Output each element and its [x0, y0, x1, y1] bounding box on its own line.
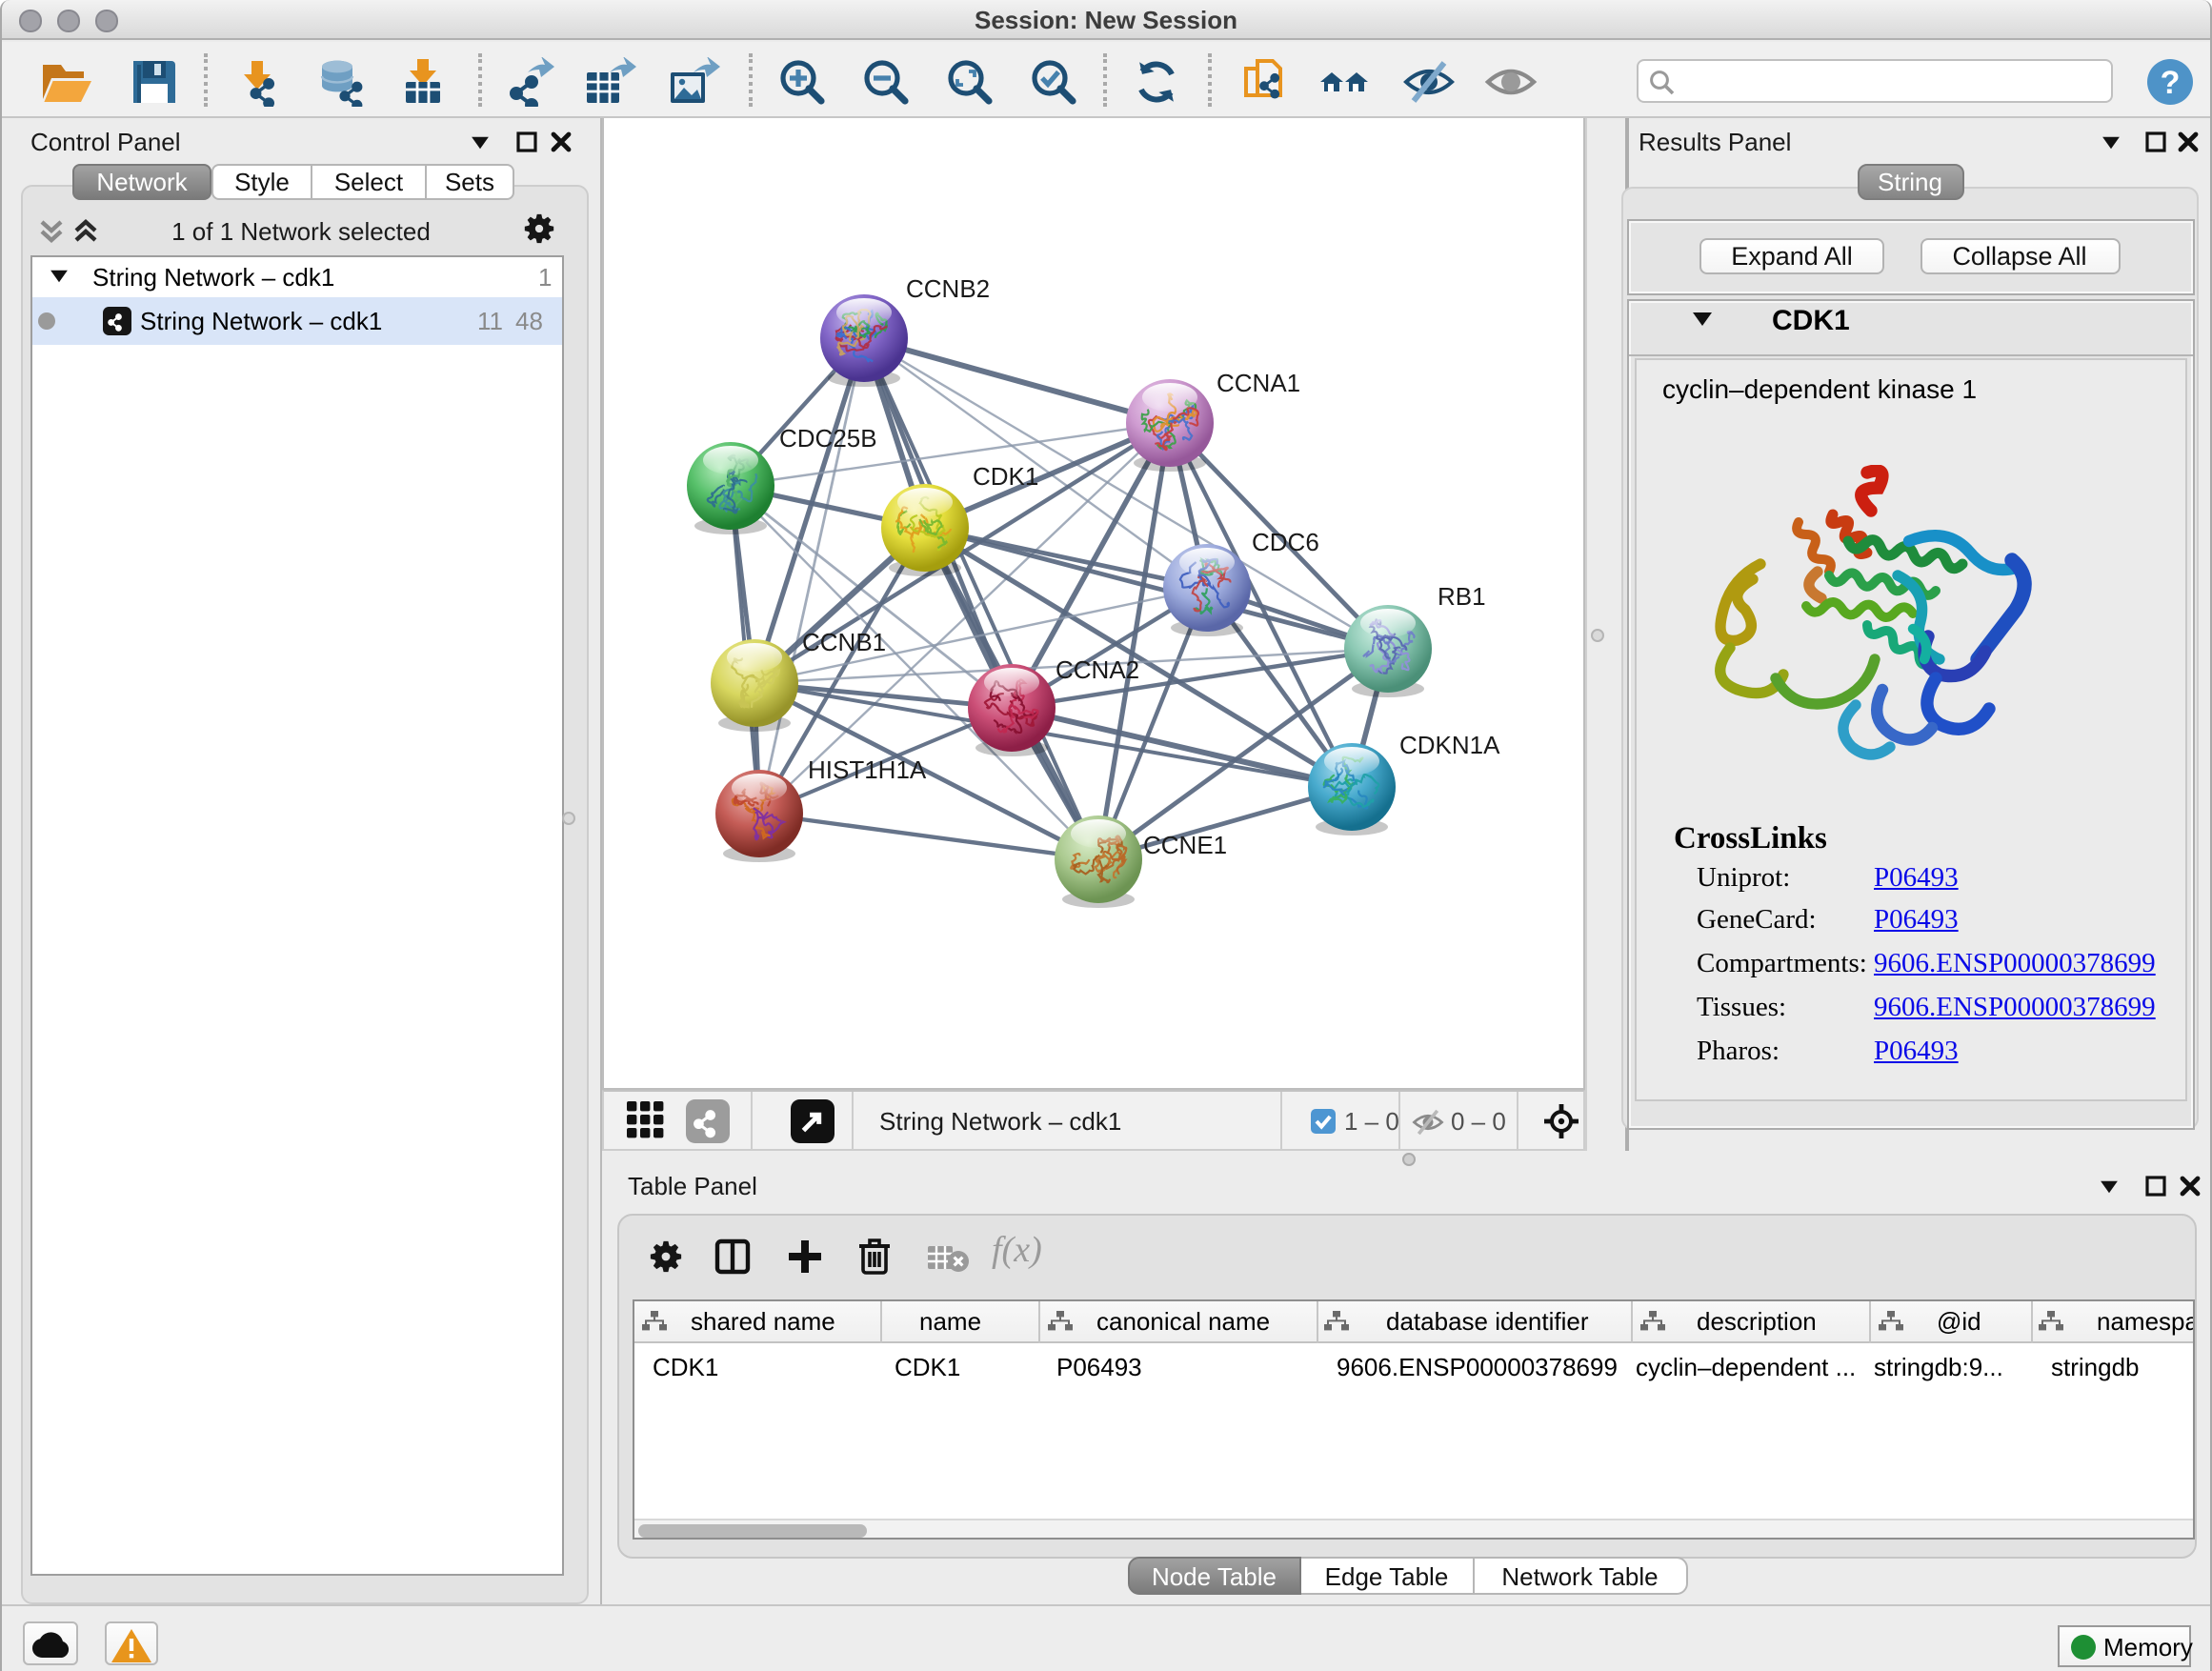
- svg-text:CDKN1A: CDKN1A: [1398, 731, 1499, 759]
- svg-text:CDC6: CDC6: [1251, 528, 1318, 556]
- svg-text:CCNA1: CCNA1: [1216, 369, 1299, 397]
- svg-text:HIST1H1A: HIST1H1A: [807, 755, 926, 784]
- svg-text:CCNA2: CCNA2: [1055, 655, 1138, 684]
- svg-text:?: ?: [2161, 65, 2181, 101]
- svg-text:CDK1: CDK1: [972, 462, 1037, 491]
- svg-text:CCNE1: CCNE1: [1142, 831, 1226, 859]
- svg-text:CDC25B: CDC25B: [778, 424, 876, 453]
- svg-text:CCNB1: CCNB1: [801, 628, 885, 656]
- svg-text:CCNB2: CCNB2: [905, 274, 989, 303]
- svg-text:RB1: RB1: [1437, 582, 1485, 611]
